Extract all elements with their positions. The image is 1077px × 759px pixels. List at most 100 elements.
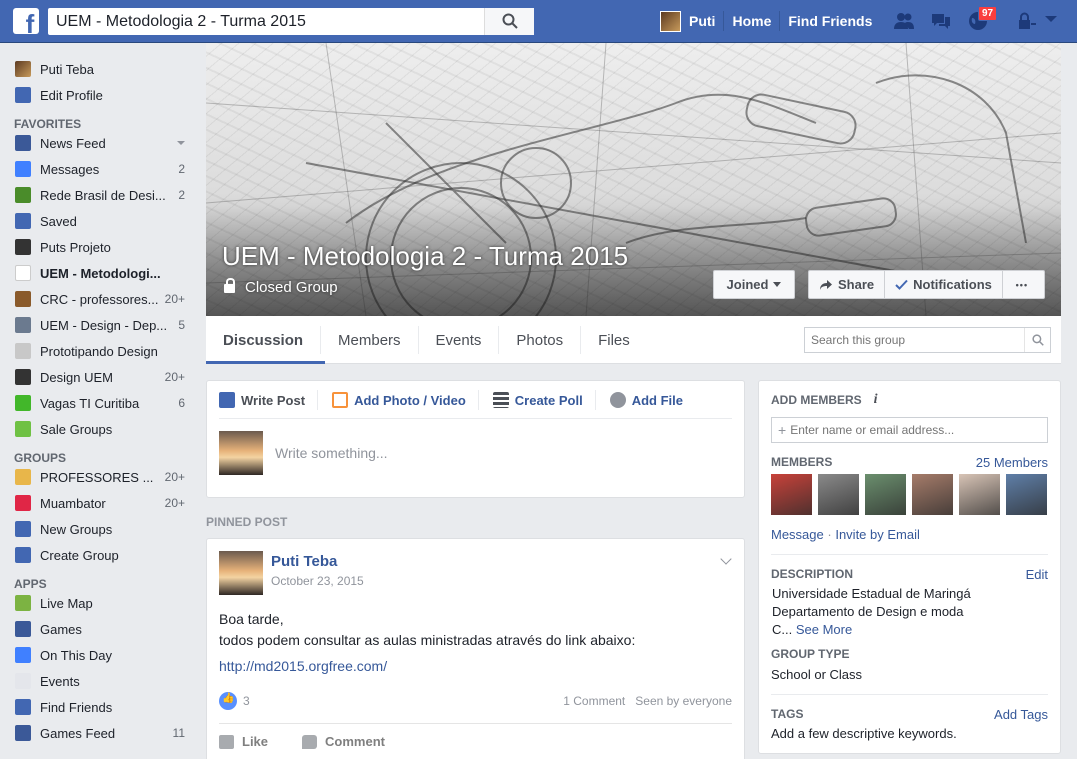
composer-placeholder[interactable]: Write something...	[275, 445, 388, 461]
post-link[interactable]: http://md2015.orgfree.com/	[207, 651, 744, 674]
seen-by[interactable]: Seen by everyone	[635, 694, 732, 708]
group-search-button[interactable]	[1024, 328, 1050, 352]
create-poll-tab[interactable]: Create Poll	[492, 390, 596, 410]
share-button[interactable]: Share	[809, 271, 886, 298]
tab-photos[interactable]: Photos	[499, 326, 582, 354]
description-header: DESCRIPTION Edit	[771, 567, 1048, 582]
tree-group-icon	[15, 187, 31, 203]
member-avatar[interactable]	[959, 474, 1000, 515]
messages-icon[interactable]	[930, 11, 952, 31]
nav-home-link[interactable]: Home	[724, 13, 779, 29]
sidebar-item-games[interactable]: Games	[0, 616, 196, 642]
member-avatar[interactable]	[1006, 474, 1047, 515]
user-avatar[interactable]	[660, 10, 681, 32]
sidebar-item-tree-group[interactable]: Rede Brasil de Desi... 2	[0, 182, 196, 208]
sidebar-item-house[interactable]: PROFESSORES ... 20+	[0, 464, 196, 490]
sidebar-item-label: Edit Profile	[40, 87, 103, 103]
sidebar-item-graduation-cap[interactable]: Puts Projeto	[0, 234, 196, 260]
tab-discussion[interactable]: Discussion	[206, 326, 322, 354]
sidebar-item-calendar[interactable]: Events	[0, 668, 196, 694]
notifications-button[interactable]: Notifications	[885, 271, 1003, 298]
sidebar-item-bar-chart[interactable]: Live Map	[0, 590, 196, 616]
sidebar-item-label: Puts Projeto	[40, 239, 111, 255]
sidebar-item-group-photo[interactable]: UEM - Design - Dep... 5	[0, 312, 196, 338]
sidebar-item-graduation-cap[interactable]: Design UEM 20+	[0, 364, 196, 390]
nav-find-friends-link[interactable]: Find Friends	[780, 13, 880, 29]
post-author[interactable]: Puti Teba	[271, 553, 364, 570]
sidebar-item-clock[interactable]: On This Day	[0, 642, 196, 668]
comment-count[interactable]: 1 Comment	[563, 694, 625, 708]
group-info-panel: ADD MEMBERS i + MEMBERS 25 Members Messa…	[758, 380, 1061, 754]
chevron-down-icon[interactable]	[177, 141, 185, 145]
like-button[interactable]: Like	[219, 734, 268, 749]
comment-button[interactable]: Comment	[302, 734, 385, 749]
sidebar-item-cup[interactable]: UEM - Metodologi...	[0, 260, 196, 286]
friend-requests-icon[interactable]	[893, 11, 915, 31]
divider	[771, 554, 1048, 555]
games-icon	[15, 621, 31, 637]
more-options-button[interactable]: •••	[1003, 271, 1041, 298]
facebook-logo-icon[interactable]: f	[13, 8, 39, 34]
account-menu-caret-icon[interactable]	[1044, 14, 1058, 24]
post-actions: Like Comment	[219, 723, 732, 753]
active-tab-indicator	[206, 361, 325, 364]
edit-description-link[interactable]: Edit	[1026, 567, 1048, 582]
write-post-tab[interactable]: Write Post	[219, 390, 319, 410]
edit-icon	[15, 87, 31, 103]
global-search-input[interactable]	[48, 8, 478, 35]
add-file-tab[interactable]: Add File	[609, 390, 695, 410]
message-members-link[interactable]: Message	[771, 527, 824, 542]
nav-links: Puti Home Find Friends	[660, 0, 880, 42]
group-title[interactable]: UEM - Metodologia 2 - Turma 2015	[222, 241, 628, 272]
plus-icon: +	[778, 422, 787, 438]
post-date[interactable]: October 23, 2015	[271, 574, 364, 588]
like-count[interactable]: 3	[243, 694, 250, 708]
joined-button[interactable]: Joined	[713, 270, 795, 299]
info-icon[interactable]: i	[874, 392, 878, 408]
nav-profile-link[interactable]: Puti	[681, 13, 723, 29]
sidebar-item-people[interactable]: New Groups	[0, 516, 196, 542]
members-count-link[interactable]: 25 Members	[976, 455, 1048, 470]
sidebar-item-heart[interactable]: Muambator 20+	[0, 490, 196, 516]
add-tags-link[interactable]: Add Tags	[994, 707, 1048, 722]
comment-bubble-icon	[302, 734, 318, 749]
see-more-link[interactable]: See More	[796, 622, 852, 637]
sidebar-item-sale-tag[interactable]: Sale Groups	[0, 416, 196, 442]
sidebar-item-music-note[interactable]: Prototipando Design	[0, 338, 196, 364]
poll-icon	[492, 392, 509, 408]
like-reaction-icon[interactable]	[219, 692, 237, 710]
post-author-avatar[interactable]	[219, 551, 263, 595]
tab-members[interactable]: Members	[321, 326, 419, 354]
sidebar-item-find-friends[interactable]: Find Friends	[0, 694, 196, 720]
tab-events[interactable]: Events	[419, 326, 500, 354]
sidebar-item-label: UEM - Design - Dep...	[40, 317, 168, 333]
post-stats-right: 1 Comment Seen by everyone	[563, 694, 732, 708]
sidebar-item-edit-profile[interactable]: Edit Profile	[0, 82, 196, 108]
search-button[interactable]	[484, 8, 534, 35]
add-members-header: ADD MEMBERS i	[771, 392, 1048, 408]
group-search-input[interactable]	[805, 328, 1020, 352]
tab-files[interactable]: Files	[581, 326, 647, 354]
add-member-input[interactable]	[790, 423, 1041, 437]
sidebar-item-bookmark[interactable]: Saved	[0, 208, 196, 234]
composer-body[interactable]: Write something...	[207, 419, 744, 487]
sidebar-item-label: CRC - professores...	[40, 291, 159, 307]
post-composer: Write Post Add Photo / Video Create Poll…	[206, 380, 745, 498]
sidebar-item-plus[interactable]: Create Group	[0, 542, 196, 568]
invite-by-email-link[interactable]: Invite by Email	[835, 527, 920, 542]
member-avatar[interactable]	[912, 474, 953, 515]
pencil-icon	[219, 392, 235, 408]
sidebar-item-plant[interactable]: CRC - professores... 20+	[0, 286, 196, 312]
sidebar-item-profile[interactable]: Puti Teba	[0, 56, 196, 82]
sidebar-item-messages[interactable]: Messages 2	[0, 156, 196, 182]
member-avatar[interactable]	[865, 474, 906, 515]
heart-icon	[15, 495, 31, 511]
member-avatar[interactable]	[818, 474, 859, 515]
sidebar-item-games-feed[interactable]: Games Feed 11	[0, 720, 196, 746]
sidebar-item-news-feed[interactable]: News Feed	[0, 130, 196, 156]
privacy-lock-icon[interactable]	[1016, 11, 1038, 31]
post-meta: Puti Teba October 23, 2015	[271, 551, 364, 595]
member-avatar[interactable]	[771, 474, 812, 515]
add-photo-video-tab[interactable]: Add Photo / Video	[332, 390, 479, 410]
sidebar-item-puzzle[interactable]: Vagas TI Curitiba 6	[0, 390, 196, 416]
